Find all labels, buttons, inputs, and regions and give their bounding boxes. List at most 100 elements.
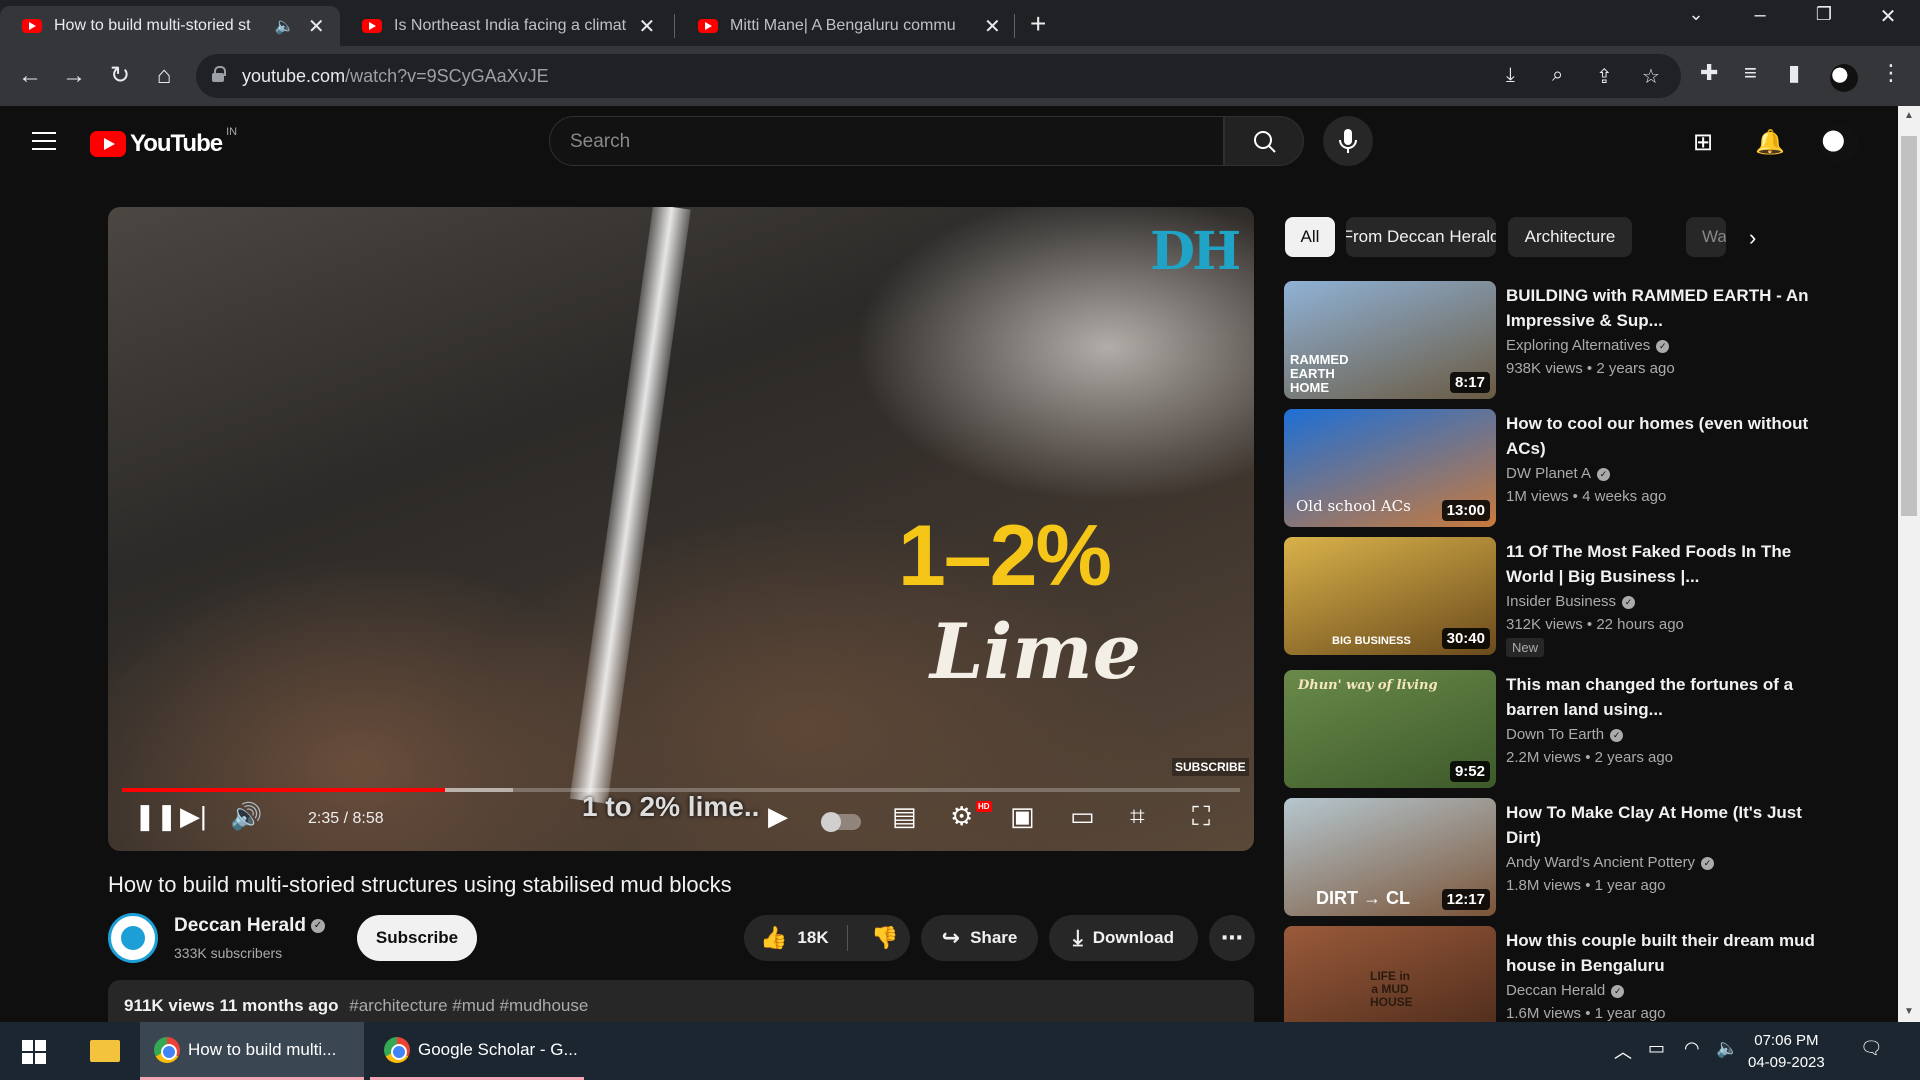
address-bar[interactable]: youtube.com/watch?v=9SCyGAaXvJE ⤓ ⌕ ⇪ ☆ <box>196 54 1681 98</box>
tab-close-icon[interactable]: ✕ <box>983 14 1002 39</box>
extensions-puzzle-icon[interactable]: ✚ <box>1700 60 1718 86</box>
bookmark-star-icon[interactable]: ☆ <box>1642 64 1660 89</box>
forward-arrow-icon[interactable]: → <box>58 60 90 92</box>
new-tab-plus-icon[interactable]: + <box>1030 8 1046 40</box>
chip-architecture[interactable]: Architecture <box>1508 217 1632 257</box>
search-input[interactable]: Search <box>549 116 1224 166</box>
menu-hamburger-icon[interactable] <box>32 132 56 150</box>
back-arrow-icon[interactable]: ← <box>14 60 46 92</box>
tab-search-chevron-icon[interactable]: ⌄ <box>1676 4 1716 25</box>
autoplay-toggle[interactable] <box>821 812 861 832</box>
notifications-icon[interactable]: 🗨 <box>1860 1038 1883 1059</box>
recommendation-thumbnail[interactable]: Old school ACs 13:00 <box>1284 409 1496 527</box>
subscribe-button[interactable]: Subscribe <box>357 915 477 961</box>
page-scrollbar[interactable]: ▲ ▼ <box>1898 106 1920 1022</box>
media-controls-icon[interactable]: ≡ <box>1744 60 1757 86</box>
youtube-logo[interactable]: YouTube IN <box>90 126 237 158</box>
subtitles-icon[interactable]: ▤ <box>892 801 917 832</box>
recommendation-thumbnail[interactable]: DIRT → CL 12:17 <box>1284 798 1496 916</box>
recommendation-channel[interactable]: Deccan Herald ✓ <box>1506 982 1625 999</box>
chip-from-deccan-herald[interactable]: From Deccan Herald <box>1346 217 1496 257</box>
wifi-icon[interactable]: ◠ <box>1684 1038 1700 1059</box>
recommendation-item[interactable]: LIFE in a MUD HOUSE How this couple buil… <box>1284 926 1844 1022</box>
browser-tab[interactable]: Mitti Mane| A Bengaluru commu ✕ <box>676 6 1016 46</box>
volume-tray-icon[interactable]: 🔈 <box>1716 1038 1738 1059</box>
taskbar-app-chrome-youtube[interactable]: How to build multi... <box>140 1022 364 1080</box>
browser-menu-icon[interactable]: ⋮ <box>1880 60 1902 86</box>
minimize-icon[interactable]: – <box>1740 4 1780 27</box>
settings-gear-icon[interactable]: ⚙ <box>950 801 973 832</box>
recommendation-thumbnail[interactable]: LIFE in a MUD HOUSE <box>1284 926 1496 1022</box>
video-player[interactable]: DH 1–2% Lime SUBSCRIBE ❚❚ ▶| 🔊 2:35 / 8:… <box>108 207 1254 851</box>
taskbar-app-chrome-scholar[interactable]: Google Scholar - G... <box>370 1022 584 1080</box>
recommendation-title[interactable]: 11 Of The Most Faked Foods In The World … <box>1506 539 1836 589</box>
browser-profile-avatar[interactable] <box>1830 64 1858 92</box>
recommendation-title[interactable]: How this couple built their dream mud ho… <box>1506 928 1836 978</box>
recommendation-channel[interactable]: Down To Earth ✓ <box>1506 726 1624 743</box>
url-text[interactable]: youtube.com/watch?v=9SCyGAaXvJE <box>242 66 549 87</box>
window-close-icon[interactable]: ✕ <box>1868 4 1908 29</box>
voice-search-button[interactable] <box>1323 116 1373 166</box>
description-box[interactable]: 911K views 11 months ago #architecture #… <box>108 980 1254 1024</box>
account-avatar[interactable] <box>1820 124 1858 162</box>
like-button[interactable]: 👍 18K <box>744 915 848 961</box>
volume-icon[interactable]: 🔊 <box>230 801 262 832</box>
fullscreen-icon[interactable]: ⛶ <box>1192 801 1210 833</box>
cast-icon[interactable]: ⌗ <box>1130 801 1145 833</box>
share-button[interactable]: ↪ Share <box>921 915 1038 961</box>
home-icon[interactable]: ⌂ <box>148 60 180 92</box>
browser-tab-active[interactable]: How to build multi-storied st 🔈 ✕ <box>0 6 340 46</box>
reload-icon[interactable]: ↻ <box>104 60 136 92</box>
lock-icon[interactable] <box>212 66 226 82</box>
recommendation-title[interactable]: This man changed the fortunes of a barre… <box>1506 672 1836 722</box>
side-panel-icon[interactable]: ▮ <box>1788 60 1800 86</box>
recommendation-channel[interactable]: DW Planet A ✓ <box>1506 465 1611 482</box>
recommendation-title[interactable]: How To Make Clay At Home (It's Just Dirt… <box>1506 800 1836 850</box>
restore-icon[interactable]: ❐ <box>1804 4 1844 25</box>
chip-all[interactable]: All <box>1285 217 1335 257</box>
pause-icon[interactable]: ❚❚ <box>134 801 178 832</box>
windows-start-icon[interactable] <box>22 1040 46 1064</box>
scroll-up-arrow-icon[interactable]: ▲ <box>1904 110 1914 121</box>
download-button[interactable]: ⤓ Download <box>1049 915 1198 961</box>
zoom-icon[interactable]: ⌕ <box>1552 64 1563 87</box>
recommendation-item[interactable]: DIRT → CL 12:17 How To Make Clay At Home… <box>1284 798 1844 916</box>
speaker-mute-icon[interactable]: 🔈 <box>275 16 295 36</box>
tab-close-icon[interactable]: ✕ <box>307 14 327 39</box>
recommendation-item[interactable]: Old school ACs 13:00 How to cool our hom… <box>1284 409 1844 527</box>
scroll-down-arrow-icon[interactable]: ▼ <box>1904 1006 1914 1017</box>
channel-avatar[interactable] <box>108 913 158 963</box>
file-explorer-icon[interactable] <box>90 1040 120 1062</box>
recommendation-channel[interactable]: Exploring Alternatives ✓ <box>1506 337 1670 354</box>
recommendation-thumbnail[interactable]: Dhun' way of living 9:52 <box>1284 670 1496 788</box>
create-video-icon[interactable]: ⊞ <box>1693 128 1713 157</box>
chips-next-chevron-icon[interactable]: › <box>1749 225 1756 251</box>
miniplayer-play-icon[interactable]: ▶ <box>768 801 788 832</box>
miniplayer-icon[interactable]: ▣ <box>1010 801 1035 832</box>
recommendation-thumbnail[interactable]: RAMMED EARTH HOME 8:17 <box>1284 281 1496 399</box>
install-app-icon[interactable]: ⤓ <box>1506 64 1515 87</box>
chip-truncated[interactable]: Wa <box>1686 217 1726 257</box>
search-button[interactable] <box>1224 116 1304 166</box>
recommendation-channel[interactable]: Insider Business ✓ <box>1506 593 1636 610</box>
recommendation-item[interactable]: BIG BUSINESS 30:40 11 Of The Most Faked … <box>1284 537 1844 657</box>
tray-overflow-chevron-icon[interactable]: ︿ <box>1614 1038 1632 1064</box>
next-video-icon[interactable]: ▶| <box>180 801 207 832</box>
dislike-button[interactable]: 👎 <box>860 915 910 961</box>
battery-icon[interactable]: ▭ <box>1648 1038 1665 1059</box>
recommendation-item[interactable]: Dhun' way of living 9:52 This man change… <box>1284 670 1844 788</box>
notifications-bell-icon[interactable]: 🔔 <box>1755 128 1785 157</box>
browser-tab[interactable]: Is Northeast India facing a climat ✕ <box>340 6 670 46</box>
recommendation-thumbnail[interactable]: BIG BUSINESS 30:40 <box>1284 537 1496 655</box>
theater-mode-icon[interactable]: ▭ <box>1070 801 1095 832</box>
scrollbar-thumb[interactable] <box>1901 136 1917 516</box>
subscribe-watermark[interactable]: SUBSCRIBE <box>1172 758 1249 776</box>
share-page-icon[interactable]: ⇪ <box>1596 64 1613 89</box>
channel-name[interactable]: Deccan Herald <box>174 915 306 937</box>
taskbar-clock[interactable]: 07:06 PM 04-09-2023 <box>1748 1030 1825 1074</box>
recommendation-channel[interactable]: Andy Ward's Ancient Pottery ✓ <box>1506 854 1715 871</box>
tab-close-icon[interactable]: ✕ <box>638 14 656 39</box>
recommendation-title[interactable]: How to cool our homes (even without ACs) <box>1506 411 1836 461</box>
more-actions-button[interactable]: ⋯ <box>1209 915 1255 961</box>
recommendation-title[interactable]: BUILDING with RAMMED EARTH - An Impressi… <box>1506 283 1836 333</box>
